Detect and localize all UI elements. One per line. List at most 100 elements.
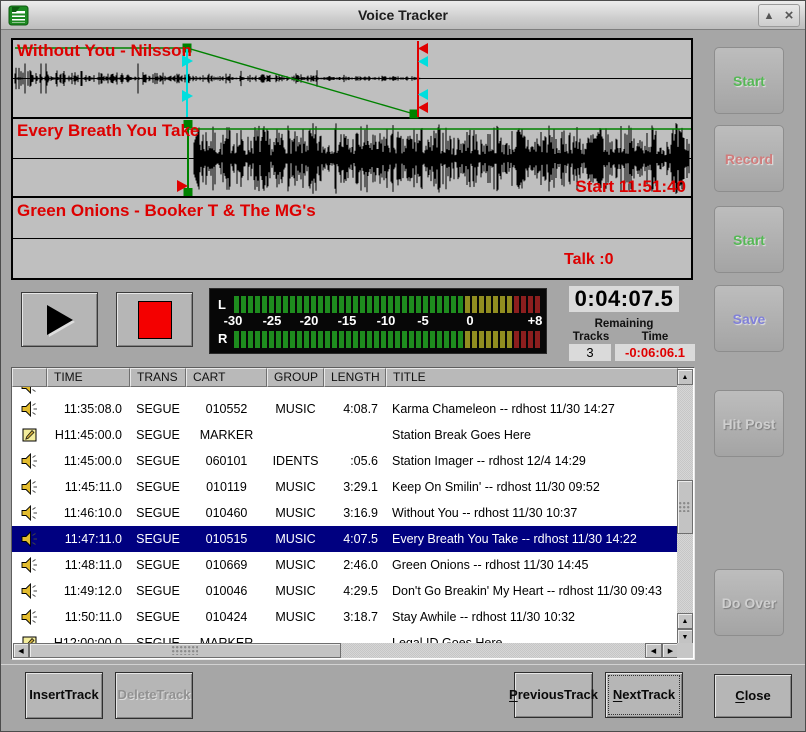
meter-segment	[381, 331, 386, 348]
meter-segment	[500, 296, 505, 313]
log-cell-time: 11:50:11.0	[47, 604, 130, 630]
meter-segment	[423, 331, 428, 348]
log-row[interactable]: 11:47:11.0SEGUE010515MUSIC4:07.5Every Br…	[12, 526, 678, 552]
meter-segment	[353, 296, 358, 313]
meter-segment	[493, 296, 498, 313]
log-column-header-TIME[interactable]: TIME	[47, 368, 130, 387]
log-row[interactable]: 11:49:12.0SEGUE010046MUSIC4:29.5Don't Go…	[12, 578, 678, 604]
meter-segment	[458, 331, 463, 348]
tracker-waveform-region[interactable]: Without You - Nilsson Every Breath You T…	[11, 38, 693, 280]
log-rows: 11:35:08.0SEGUE010552MUSIC4:08.7Karma Ch…	[12, 387, 678, 644]
log-column-header-icon[interactable]	[12, 368, 47, 387]
log-cell-trans: SEGUE	[130, 396, 186, 422]
meter-scale-tick: -10	[377, 313, 396, 328]
save-button[interactable]: Save	[714, 285, 784, 352]
meter-scale: -30-25-20-15-10-50+8	[210, 313, 546, 329]
meter-segment	[332, 296, 337, 313]
meter-segment	[535, 296, 540, 313]
log-cell-length: 3:18.7	[324, 604, 386, 630]
log-cell-time: 11:45:00.0	[47, 448, 130, 474]
log-row[interactable]: 11:46:10.0SEGUE010460MUSIC3:16.9Without …	[12, 500, 678, 526]
log-cell-title: Every Breath You Take -- rdhost 11/30 14…	[386, 526, 678, 552]
log-cell-cart: MARKER	[186, 422, 267, 448]
meter-segment	[374, 331, 379, 348]
log-column-header-CART[interactable]: CART	[186, 368, 267, 387]
horizontal-scroll-thumb[interactable]	[29, 643, 341, 658]
horizontal-scrollbar[interactable]: ◀ ◀ ▶	[13, 643, 679, 658]
log-row[interactable]: 11:35:08.0SEGUE010552MUSIC4:08.7Karma Ch…	[12, 396, 678, 422]
log-cell-group	[267, 422, 324, 448]
meter-segment	[416, 331, 421, 348]
log-cell-length: 4:08.7	[324, 396, 386, 422]
meter-segment	[479, 296, 484, 313]
meter-segment	[276, 331, 281, 348]
audio-level-meter: L -30-25-20-15-10-50+8 R	[209, 288, 547, 354]
meter-segment	[318, 296, 323, 313]
log-cell-trans: SEGUE	[130, 448, 186, 474]
track-start-button[interactable]: Start	[714, 206, 784, 273]
meter-segment	[465, 331, 470, 348]
stop-button[interactable]	[116, 292, 193, 347]
log-cell-length: 2:46.0	[324, 552, 386, 578]
meter-segment	[290, 296, 295, 313]
hit-post-button[interactable]: Hit Post	[714, 390, 784, 457]
meter-segment	[395, 296, 400, 313]
meter-segment	[423, 296, 428, 313]
log-cell-cart: 010046	[186, 578, 267, 604]
log-cell-group: MUSIC	[267, 552, 324, 578]
scroll-left-button-2[interactable]: ◀	[645, 643, 662, 658]
log-cell-title: Green Onions -- rdhost 11/30 14:45	[386, 552, 678, 578]
scroll-up-button-2[interactable]: ▲	[677, 613, 693, 629]
log-column-header-LENGTH[interactable]: LENGTH	[324, 368, 386, 387]
meter-segment	[444, 331, 449, 348]
vertical-scroll-thumb[interactable]	[677, 480, 693, 534]
log-row-type-icon	[12, 578, 47, 604]
delete-track-button[interactable]: DeleteTrack	[115, 672, 193, 719]
meter-segment	[472, 296, 477, 313]
log-header: TIMETRANSCARTGROUPLENGTHTITLE	[12, 368, 678, 387]
meter-segment	[451, 331, 456, 348]
do-over-button[interactable]: Do Over	[714, 569, 784, 636]
log-row-type-icon	[12, 396, 47, 422]
play-button[interactable]	[21, 292, 98, 347]
shade-button[interactable]: ▲	[759, 5, 779, 26]
meter-segment	[311, 296, 316, 313]
log-row[interactable]: 11:45:11.0SEGUE010119MUSIC3:29.1Keep On …	[12, 474, 678, 500]
log-row[interactable]: 11:48:11.0SEGUE010669MUSIC2:46.0Green On…	[12, 552, 678, 578]
close-window-button[interactable]: ×	[779, 5, 799, 26]
log-row[interactable]: 11:45:00.0SEGUE060101IDENTS:05.6Station …	[12, 448, 678, 474]
previous-track-button[interactable]: PreviousTrack	[514, 672, 593, 718]
log-row-type-icon	[12, 448, 47, 474]
meter-segment	[528, 296, 533, 313]
window-title: Voice Tracker	[1, 7, 805, 23]
log-row[interactable]: H12:00:00.0SEGUEMARKERLegal ID Goes Here	[12, 630, 678, 644]
scroll-up-button[interactable]: ▲	[677, 369, 693, 385]
insert-track-button[interactable]: InsertTrack	[25, 672, 103, 719]
log-column-header-TRANS[interactable]: TRANS	[130, 368, 186, 387]
log-row[interactable]: H11:45:00.0SEGUEMARKERStation Break Goes…	[12, 422, 678, 448]
close-button[interactable]: Close	[714, 674, 792, 718]
log-cell-trans: SEGUE	[130, 578, 186, 604]
vertical-scrollbar[interactable]: ▲ ▲ ▼	[677, 369, 693, 645]
log-column-header-TITLE[interactable]: TITLE	[386, 368, 678, 387]
log-table[interactable]: TIMETRANSCARTGROUPLENGTHTITLE 11:35:08.0…	[11, 367, 695, 660]
meter-segment	[409, 331, 414, 348]
meter-segment	[325, 296, 330, 313]
segue-start-button[interactable]: Start	[714, 47, 784, 114]
next-track-button[interactable]: NextTrack	[605, 672, 683, 718]
speaker-icon	[21, 453, 38, 469]
meter-segment	[346, 296, 351, 313]
log-row[interactable]	[12, 387, 678, 396]
track2-title: Every Breath You Take	[17, 121, 199, 141]
speaker-icon	[21, 583, 38, 599]
log-cell-title: Keep On Smilin' -- rdhost 11/30 09:52	[386, 474, 678, 500]
record-button[interactable]: Record	[714, 125, 784, 192]
meter-segment	[381, 296, 386, 313]
scroll-left-button[interactable]: ◀	[13, 643, 29, 658]
log-column-header-GROUP[interactable]: GROUP	[267, 368, 324, 387]
log-row[interactable]: 11:50:11.0SEGUE010424MUSIC3:18.7Stay Awh…	[12, 604, 678, 630]
meter-segment	[409, 296, 414, 313]
meter-segment	[339, 296, 344, 313]
log-cell-time: 11:48:11.0	[47, 552, 130, 578]
speaker-icon	[21, 387, 38, 394]
